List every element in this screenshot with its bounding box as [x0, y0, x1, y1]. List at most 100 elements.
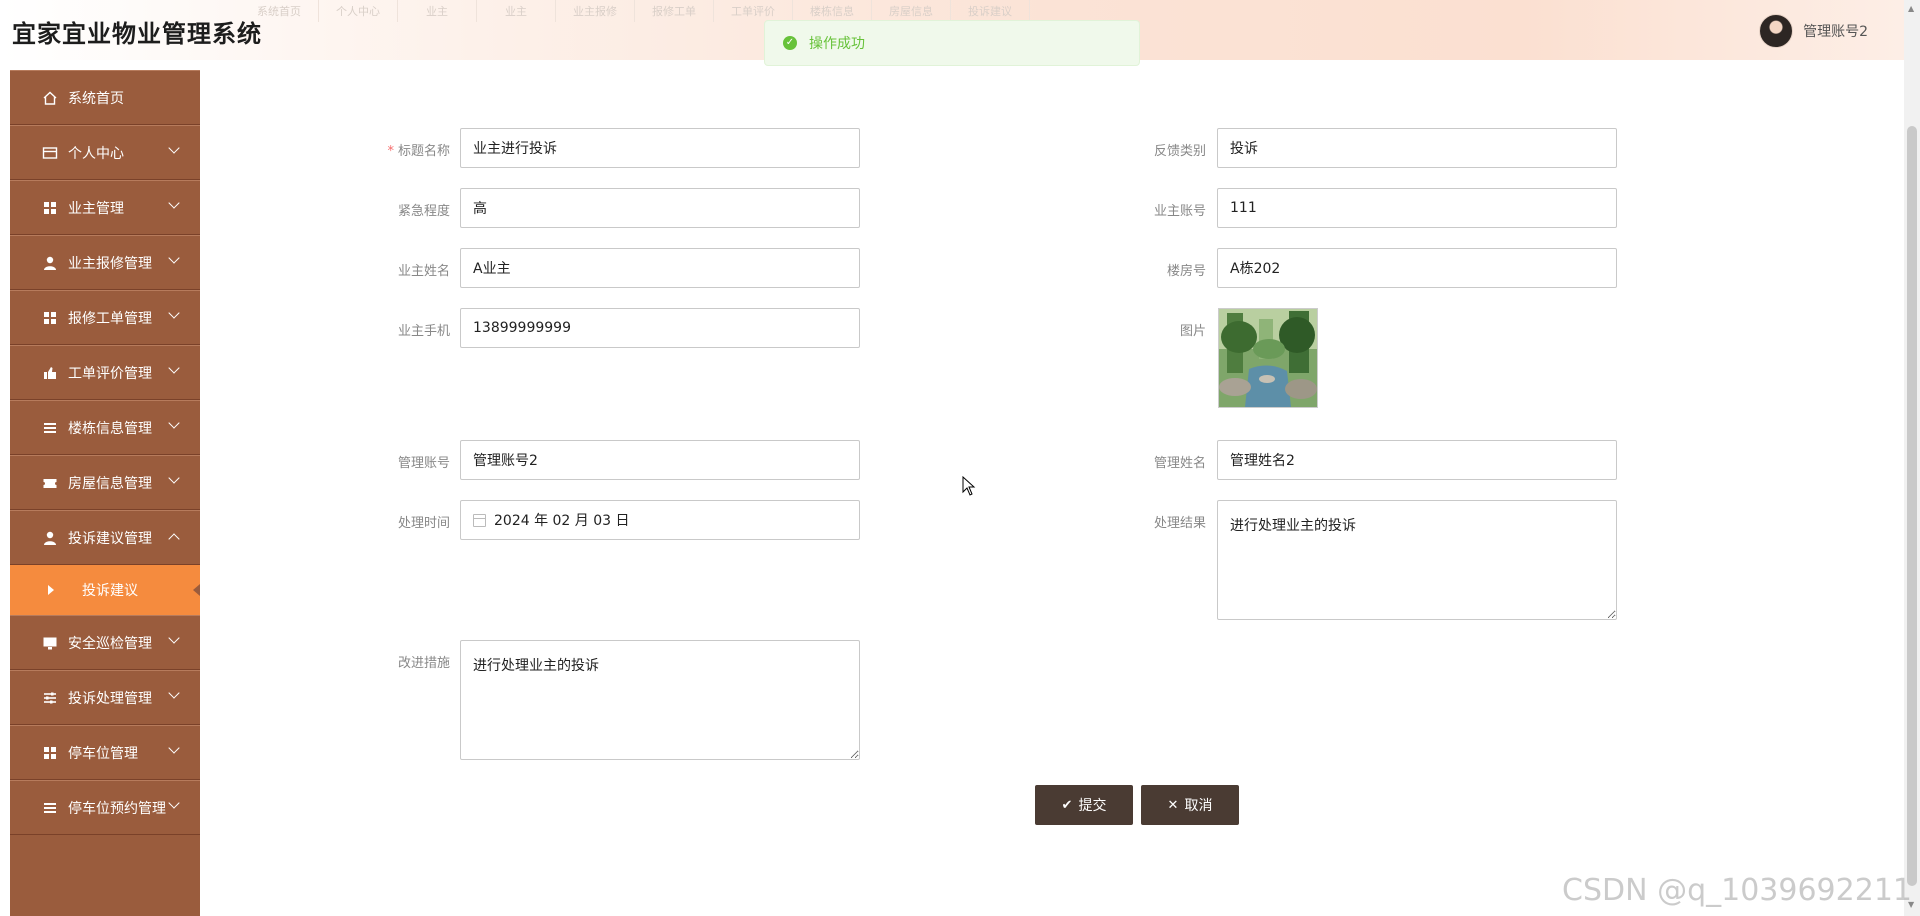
process-time-value: 2024 年 02 月 03 日: [494, 513, 630, 529]
top-nav-item[interactable]: 投诉建议: [951, 0, 1030, 22]
owner-account-input[interactable]: [1217, 188, 1617, 228]
check-circle-icon: ✓: [783, 36, 797, 50]
user-menu[interactable]: 管理账号2: [1759, 14, 1868, 48]
sidebar-item-parking[interactable]: 停车位管理: [10, 725, 200, 780]
close-icon: ✕: [1167, 797, 1179, 813]
chevron-up-icon: [168, 533, 180, 545]
top-nav-item[interactable]: 报修工单: [635, 0, 714, 22]
sidebar-item-label: 投诉处理管理: [68, 690, 152, 707]
check-icon: ✔: [1061, 797, 1073, 813]
chevron-down-icon: [168, 472, 180, 484]
sidebar-item-repair-requests[interactable]: 业主报修管理: [10, 235, 200, 290]
sidebar-item-label: 楼栋信息管理: [68, 420, 152, 437]
sidebar-item-security-patrol[interactable]: 安全巡检管理: [10, 615, 200, 670]
sidebar-item-complaints[interactable]: 投诉建议管理: [10, 510, 200, 565]
sidebar-item-label: 个人中心: [68, 145, 124, 162]
sidebar-item-work-orders[interactable]: 报修工单管理: [10, 290, 200, 345]
scrollbar-thumb[interactable]: [1907, 126, 1917, 886]
active-indicator: [193, 584, 200, 596]
process-time-picker[interactable]: 2024 年 02 月 03 日: [460, 500, 860, 540]
improvement-label: 改进措施: [397, 656, 450, 671]
urgency-label: 紧急程度: [397, 204, 450, 219]
chevron-down-icon: [168, 632, 180, 644]
ticket-icon: [42, 475, 58, 491]
complaint-image[interactable]: [1218, 308, 1318, 408]
list-icon: [42, 420, 58, 436]
top-nav-item[interactable]: 工单评价: [714, 0, 793, 22]
required-asterisk: *: [387, 144, 394, 159]
process-result-label: 处理结果: [1153, 516, 1206, 531]
submit-button[interactable]: ✔ 提交: [1035, 785, 1133, 825]
chevron-down-icon: [168, 797, 180, 809]
sidebar-item-label: 业主报修管理: [68, 255, 152, 272]
chevron-down-icon: [168, 197, 180, 209]
sidebar-item-label: 系统首页: [68, 90, 124, 107]
top-nav: 系统首页 个人中心 业主 业主 业主报修 报修工单 工单评价 楼栋信息 房屋信息…: [240, 0, 1030, 22]
sidebar-menu: 系统首页 个人中心 业主管理 业主报修管理 报修工单管理 工单评价管理 楼栋信息…: [10, 70, 200, 916]
owner-account-label: 业主账号: [1153, 204, 1206, 219]
sidebar-item-label: 业主管理: [68, 200, 124, 217]
chevron-down-icon: [168, 142, 180, 154]
sliders-icon: [42, 690, 58, 706]
user-name[interactable]: 管理账号2: [1803, 21, 1868, 41]
sidebar-item-home[interactable]: 系统首页: [10, 70, 200, 125]
urgency-input[interactable]: [460, 188, 860, 228]
feedback-type-input[interactable]: [1217, 128, 1617, 168]
sidebar-item-order-reviews[interactable]: 工单评价管理: [10, 345, 200, 400]
sidebar-item-houses[interactable]: 房屋信息管理: [10, 455, 200, 510]
top-nav-item[interactable]: 业主报修: [556, 0, 635, 22]
sidebar-subitem-label: 投诉建议: [82, 583, 138, 599]
app-title: 宜家宜业物业管理系统: [12, 20, 262, 48]
sidebar-item-profile[interactable]: 个人中心: [10, 125, 200, 180]
person-icon: [42, 255, 58, 271]
improvement-textarea[interactable]: 进行处理业主的投诉: [460, 640, 860, 760]
page-scrollbar[interactable]: ▲ ▼: [1904, 0, 1920, 916]
grid-icon: [42, 200, 58, 216]
sidebar-item-complaint-handling[interactable]: 投诉处理管理: [10, 670, 200, 725]
room-label: 楼房号: [1166, 264, 1206, 279]
home-icon: [42, 90, 58, 106]
owner-phone-input[interactable]: [460, 308, 860, 348]
chevron-down-icon: [168, 252, 180, 264]
mouse-cursor-icon: [962, 475, 976, 500]
sidebar-item-parking-booking[interactable]: 停车位预约管理: [10, 780, 200, 835]
scroll-up-arrow-icon[interactable]: ▲: [1908, 4, 1914, 13]
room-input[interactable]: [1217, 248, 1617, 288]
monitor-icon: [42, 635, 58, 651]
top-nav-item[interactable]: 个人中心: [319, 0, 398, 22]
avatar[interactable]: [1759, 14, 1794, 48]
image-label: 图片: [1179, 324, 1206, 339]
sidebar-subitem-complaint-suggestion[interactable]: 投诉建议: [10, 565, 200, 615]
top-nav-item[interactable]: 楼栋信息: [793, 0, 872, 22]
caret-right-icon: [48, 585, 54, 595]
owner-name-input[interactable]: [460, 248, 860, 288]
top-nav-item[interactable]: 系统首页: [240, 0, 319, 22]
chevron-down-icon: [168, 742, 180, 754]
process-time-label: 处理时间: [397, 516, 450, 531]
card-icon: [42, 145, 58, 161]
cancel-button[interactable]: ✕ 取消: [1141, 785, 1239, 825]
watermark: CSDN @q_1039692211: [1562, 873, 1912, 908]
title-input[interactable]: [460, 128, 860, 168]
sidebar-item-label: 安全巡检管理: [68, 635, 152, 652]
success-toast: ✓ 操作成功: [764, 20, 1140, 66]
owner-name-label: 业主姓名: [397, 264, 450, 279]
sidebar-item-label: 停车位预约管理: [68, 800, 166, 817]
sidebar-item-owners[interactable]: 业主管理: [10, 180, 200, 235]
grid-icon: [42, 310, 58, 326]
chevron-down-icon: [168, 307, 180, 319]
process-result-textarea[interactable]: 进行处理业主的投诉: [1217, 500, 1617, 620]
chevron-down-icon: [168, 417, 180, 429]
admin-account-input[interactable]: [460, 440, 860, 480]
title-label: * 标题名称: [387, 144, 450, 159]
top-nav-item[interactable]: 业主: [477, 0, 556, 22]
person-icon: [42, 530, 58, 546]
sidebar-item-buildings[interactable]: 楼栋信息管理: [10, 400, 200, 455]
top-nav-item[interactable]: 业主: [398, 0, 477, 22]
list-icon: [42, 800, 58, 816]
admin-name-input[interactable]: [1217, 440, 1617, 480]
sidebar-item-label: 停车位管理: [68, 745, 138, 762]
top-nav-item[interactable]: 房屋信息: [872, 0, 951, 22]
admin-account-label: 管理账号: [397, 456, 450, 471]
chevron-down-icon: [168, 687, 180, 699]
